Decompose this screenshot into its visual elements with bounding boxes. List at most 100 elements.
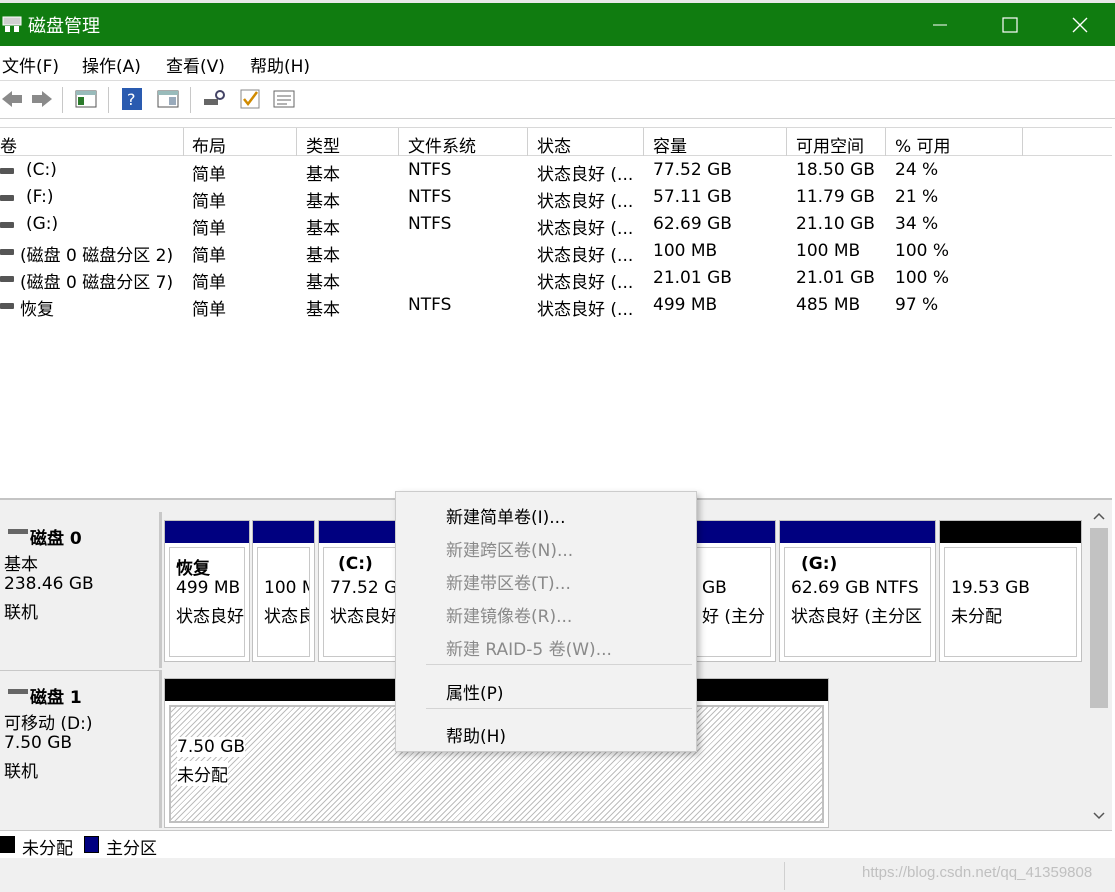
scroll-up-icon[interactable] bbox=[1093, 512, 1105, 520]
volume-row-partition-7[interactable]: (磁盘 0 磁盘分区 7) 简单 基本 状态良好 (... 21.01 GB 2… bbox=[0, 265, 1112, 293]
column-header-percent-free[interactable]: % 可用 bbox=[895, 132, 951, 157]
legend-swatch-unallocated bbox=[0, 836, 15, 853]
disk-status: 联机 bbox=[4, 762, 38, 782]
volume-icon bbox=[0, 303, 14, 309]
volume-row-recovery[interactable]: 恢复 简单 基本 NTFS 状态良好 (... 499 MB 485 MB 97… bbox=[0, 292, 1112, 320]
menu-help[interactable]: 帮助(H) bbox=[250, 52, 310, 77]
volume-row-partition-2[interactable]: (磁盘 0 磁盘分区 2) 简单 基本 状态良好 (... 100 MB 100… bbox=[0, 238, 1112, 266]
volume-free-space: 21.10 GB bbox=[796, 214, 875, 234]
column-header-filesystem[interactable]: 文件系统 bbox=[408, 132, 476, 157]
menu-view[interactable]: 查看(V) bbox=[166, 52, 225, 77]
volume-percent-free: 97 % bbox=[895, 295, 939, 315]
column-header-free-space[interactable]: 可用空间 bbox=[796, 132, 864, 157]
partition-status: 状态良好 bbox=[176, 607, 244, 627]
volume-status: 状态良好 (... bbox=[537, 300, 634, 320]
partition-g[interactable]: (G:) 62.69 GB NTFS 状态良好 (主分区 bbox=[779, 520, 936, 662]
menu-separator bbox=[426, 664, 692, 665]
column-header-type[interactable]: 类型 bbox=[306, 132, 340, 157]
volume-percent-free: 100 % bbox=[895, 268, 950, 288]
volume-name: (磁盘 0 磁盘分区 7) bbox=[20, 273, 174, 293]
volume-status: 状态良好 (... bbox=[537, 165, 634, 185]
disk-size: 7.50 GB bbox=[4, 733, 73, 753]
volume-row-c[interactable]: (C:) 简单 基本 NTFS 状态良好 (... 77.52 GB 18.50… bbox=[0, 157, 1112, 185]
menu-item-properties[interactable]: 属性(P) bbox=[446, 679, 504, 704]
volume-free-space: 11.79 GB bbox=[796, 187, 875, 207]
disk-icon bbox=[8, 529, 28, 534]
volume-name: (磁盘 0 磁盘分区 2) bbox=[20, 246, 174, 266]
partition-size: 100 M bbox=[264, 578, 309, 598]
partition-size: 19.53 GB bbox=[951, 578, 1030, 598]
column-header-status[interactable]: 状态 bbox=[537, 132, 571, 157]
column-header-volume[interactable]: 卷 bbox=[0, 132, 17, 157]
disk-0-label[interactable]: 磁盘 0 基本 238.46 GB 联机 bbox=[0, 512, 162, 668]
svg-text:?: ? bbox=[127, 90, 136, 109]
disk-1-label[interactable]: 磁盘 1 可移动 (D:) 7.50 GB 联机 bbox=[0, 670, 162, 828]
menu-item-new-mirrored-volume[interactable]: 新建镜像卷(R)... bbox=[446, 602, 572, 627]
volume-name: (F:) bbox=[26, 187, 54, 207]
column-header-capacity[interactable]: 容量 bbox=[653, 132, 687, 157]
scroll-down-icon[interactable] bbox=[1093, 812, 1105, 820]
connect-icon[interactable] bbox=[202, 87, 226, 111]
column-header-layout[interactable]: 布局 bbox=[192, 132, 226, 157]
menu-item-new-raid5-volume[interactable]: 新建 RAID-5 卷(W)... bbox=[446, 635, 612, 660]
volume-filesystem: NTFS bbox=[408, 160, 452, 180]
scrollbar-thumb[interactable] bbox=[1090, 528, 1108, 708]
partition-size: 499 MB bbox=[176, 578, 241, 598]
volume-name: (G:) bbox=[26, 214, 59, 234]
menu-item-help[interactable]: 帮助(H) bbox=[446, 722, 506, 747]
volume-status: 状态良好 (... bbox=[537, 192, 634, 212]
close-button[interactable] bbox=[1045, 3, 1115, 46]
volume-capacity: 499 MB bbox=[653, 295, 718, 315]
volume-layout: 简单 bbox=[192, 192, 226, 212]
volume-name: 恢复 bbox=[20, 300, 54, 320]
disk-icon bbox=[8, 689, 28, 694]
volume-percent-free: 24 % bbox=[895, 160, 939, 180]
back-arrow-icon[interactable] bbox=[0, 87, 24, 111]
volume-row-g[interactable]: (G:) 简单 基本 NTFS 状态良好 (... 62.69 GB 21.10… bbox=[0, 211, 1112, 239]
menu-item-new-spanned-volume[interactable]: 新建跨区卷(N)... bbox=[446, 536, 573, 561]
minimize-button[interactable] bbox=[905, 3, 975, 46]
forward-arrow-icon[interactable] bbox=[30, 87, 54, 111]
volume-percent-free: 34 % bbox=[895, 214, 939, 234]
vertical-scrollbar[interactable] bbox=[1087, 506, 1111, 826]
volume-capacity: 62.69 GB bbox=[653, 214, 732, 234]
volume-layout: 简单 bbox=[192, 219, 226, 239]
menu-item-new-simple-volume[interactable]: 新建简单卷(I)... bbox=[446, 503, 566, 528]
volume-free-space: 100 MB bbox=[796, 241, 861, 261]
context-menu: 新建简单卷(I)... 新建跨区卷(N)... 新建带区卷(T)... 新建镜像… bbox=[395, 491, 697, 752]
help-icon[interactable]: ? bbox=[120, 87, 144, 111]
maximize-button[interactable] bbox=[975, 3, 1045, 46]
volume-layout: 简单 bbox=[192, 246, 226, 266]
volume-layout: 简单 bbox=[192, 165, 226, 185]
menu-item-new-striped-volume[interactable]: 新建带区卷(T)... bbox=[446, 569, 571, 594]
legend-swatch-primary bbox=[84, 836, 99, 853]
disk-status: 联机 bbox=[4, 603, 38, 623]
volume-capacity: 57.11 GB bbox=[653, 187, 732, 207]
legend-label-unallocated: 未分配 bbox=[22, 839, 73, 859]
check-icon[interactable] bbox=[238, 87, 262, 111]
disk-type: 基本 bbox=[4, 555, 38, 575]
partition-size: GB bbox=[702, 578, 727, 598]
minimize-icon bbox=[933, 24, 947, 25]
status-bar: https://blog.csdn.net/qq_41359808 bbox=[0, 858, 1115, 892]
volume-row-f[interactable]: (F:) 简单 基本 NTFS 状态良好 (... 57.11 GB 11.79… bbox=[0, 184, 1112, 212]
partition-status: 状态良好 (主分区 bbox=[791, 607, 923, 627]
partition-title: (G:) bbox=[801, 554, 838, 574]
volume-status: 状态良好 (... bbox=[537, 246, 634, 266]
volume-type: 基本 bbox=[306, 165, 340, 185]
window-title: 磁盘管理 bbox=[28, 16, 100, 37]
menu-action[interactable]: 操作(A) bbox=[82, 52, 141, 77]
partition-2[interactable]: 100 M 状态良 bbox=[252, 520, 315, 662]
partition-unallocated-0[interactable]: 19.53 GB 未分配 bbox=[939, 520, 1082, 662]
legend-label-primary: 主分区 bbox=[106, 839, 157, 859]
partition-size: 62.69 GB NTFS bbox=[791, 578, 919, 598]
toolbar-separator bbox=[108, 87, 109, 113]
console-tree-icon[interactable] bbox=[74, 87, 98, 111]
partition-recovery[interactable]: 恢复 499 MB 状态良好 bbox=[164, 520, 250, 662]
show-hide-pane-icon[interactable] bbox=[156, 87, 180, 111]
toolbar-separator bbox=[190, 87, 191, 113]
properties-list-icon[interactable] bbox=[272, 87, 296, 111]
menu-file[interactable]: 文件(F) bbox=[2, 52, 59, 77]
volume-capacity: 21.01 GB bbox=[653, 268, 732, 288]
volume-status: 状态良好 (... bbox=[537, 219, 634, 239]
